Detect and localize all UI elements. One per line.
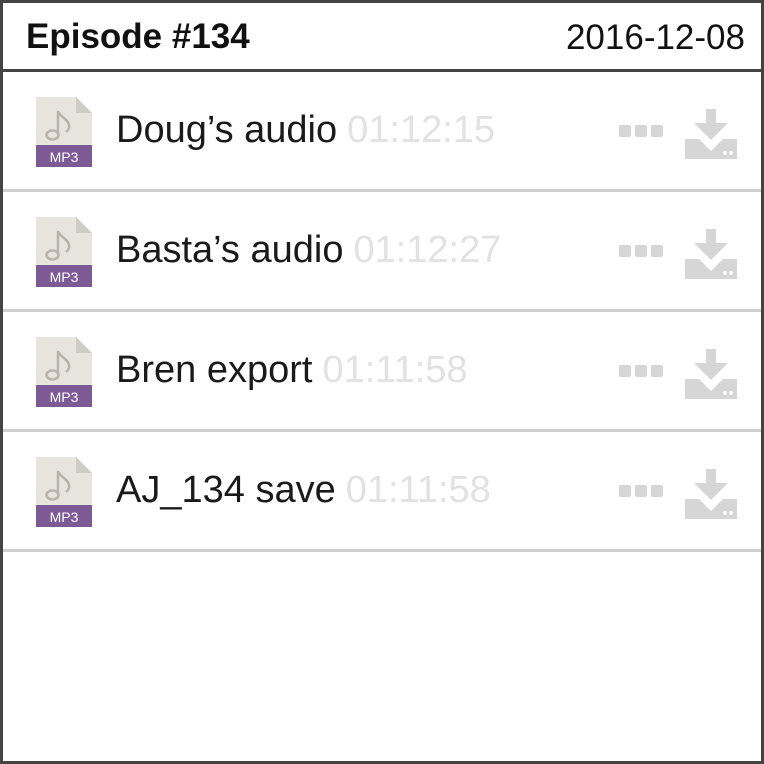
file-list: MP3 Doug’s audio 01:12:15 MP3 Basta’s au… xyxy=(3,72,761,552)
mp3-badge-label: MP3 xyxy=(50,509,79,525)
file-duration: 01:12:27 xyxy=(353,229,502,271)
file-name-text: Doug’s audio xyxy=(116,109,338,151)
download-icon[interactable] xyxy=(685,469,737,519)
more-dot xyxy=(651,125,663,137)
more-dot xyxy=(619,245,631,257)
file-row[interactable]: MP3 Basta’s audio 01:12:27 xyxy=(3,192,761,312)
more-dot xyxy=(635,365,647,377)
file-name: AJ_134 save 01:11:58 xyxy=(116,469,491,512)
file-name: Bren export 01:11:58 xyxy=(116,349,468,392)
mp3-file-icon: MP3 xyxy=(36,217,92,287)
more-dot xyxy=(635,245,647,257)
mp3-file-icon: MP3 xyxy=(36,337,92,407)
more-options-button[interactable] xyxy=(619,365,665,379)
file-row[interactable]: MP3 Bren export 01:11:58 xyxy=(3,312,761,432)
file-duration: 01:12:15 xyxy=(347,109,496,151)
more-dot xyxy=(651,365,663,377)
more-options-button[interactable] xyxy=(619,245,665,259)
download-icon[interactable] xyxy=(685,349,737,399)
episode-header: Episode #134 2016-12-08 xyxy=(3,3,761,72)
download-icon[interactable] xyxy=(685,109,737,159)
download-icon[interactable] xyxy=(685,229,737,279)
mp3-file-icon: MP3 xyxy=(36,97,92,167)
more-dot xyxy=(651,485,663,497)
episode-panel: Episode #134 2016-12-08 MP3 Doug’s audio… xyxy=(0,0,764,764)
more-options-button[interactable] xyxy=(619,125,665,139)
file-name-text: AJ_134 save xyxy=(116,469,336,511)
more-dot xyxy=(619,485,631,497)
mp3-file-icon: MP3 xyxy=(36,457,92,527)
file-name: Basta’s audio 01:12:27 xyxy=(116,229,501,272)
episode-date: 2016-12-08 xyxy=(565,18,745,57)
file-row[interactable]: MP3 Doug’s audio 01:12:15 xyxy=(3,72,761,192)
episode-title: Episode #134 xyxy=(26,17,250,56)
file-name: Doug’s audio 01:12:15 xyxy=(116,109,495,152)
more-options-button[interactable] xyxy=(619,485,665,499)
file-name-text: Basta’s audio xyxy=(116,229,344,271)
more-dot xyxy=(651,245,663,257)
file-name-text: Bren export xyxy=(116,349,313,391)
mp3-badge-label: MP3 xyxy=(50,269,79,285)
more-dot xyxy=(635,125,647,137)
more-dot xyxy=(619,125,631,137)
more-dot xyxy=(619,365,631,377)
file-row[interactable]: MP3 AJ_134 save 01:11:58 xyxy=(3,432,761,552)
more-dot xyxy=(635,485,647,497)
file-duration: 01:11:58 xyxy=(322,349,468,391)
mp3-badge-label: MP3 xyxy=(50,389,79,405)
mp3-badge-label: MP3 xyxy=(50,149,79,165)
file-duration: 01:11:58 xyxy=(345,469,491,511)
